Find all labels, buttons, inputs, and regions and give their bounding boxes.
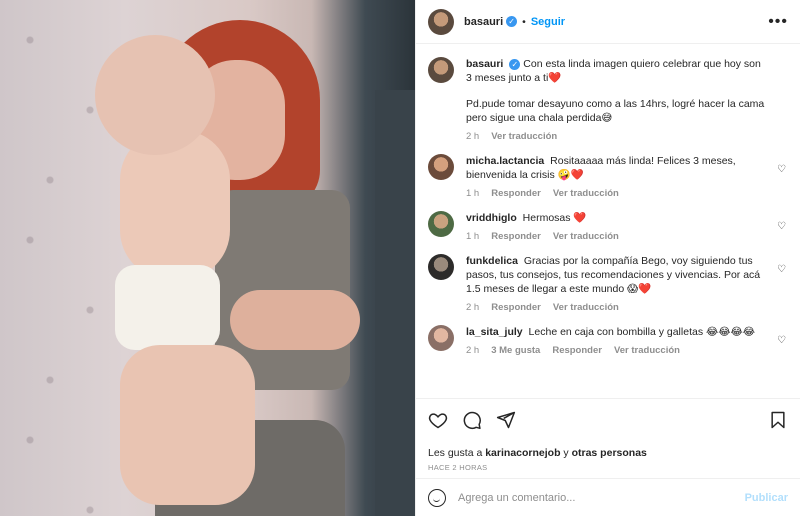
- bookmark-icon[interactable]: [768, 410, 788, 430]
- reply-link[interactable]: Responder: [491, 187, 541, 201]
- comment-time: 1 h: [466, 231, 480, 242]
- post-header: basauri ✓ • Seguir •••: [416, 0, 800, 44]
- door-background: [375, 90, 415, 516]
- paper-plane-icon[interactable]: [496, 410, 516, 430]
- caption-time: 2 h: [466, 131, 480, 142]
- likes-others[interactable]: otras personas: [572, 447, 647, 459]
- baby-head: [95, 35, 215, 155]
- comment-text: Leche en caja con bombilla y galletas 😂😂…: [528, 326, 756, 338]
- caption-username[interactable]: basauri: [466, 58, 503, 70]
- publish-button[interactable]: Publicar: [745, 492, 788, 504]
- comment-avatar[interactable]: [428, 154, 454, 180]
- translate-link[interactable]: Ver traducción: [553, 301, 619, 315]
- comment-input[interactable]: [458, 491, 745, 504]
- comment-avatar[interactable]: [428, 211, 454, 237]
- comment-like-heart-icon[interactable]: ♡: [777, 164, 786, 175]
- comment-username[interactable]: vriddhiglo: [466, 212, 517, 224]
- comment-like-heart-icon[interactable]: ♡: [777, 221, 786, 232]
- likes-summary[interactable]: Les gusta a karinacornejob y otras perso…: [428, 447, 788, 459]
- caption: basauri ✓ Con esta linda imagen quiero ce…: [428, 57, 786, 144]
- comment-time: 2 h: [466, 302, 480, 313]
- comment-likes-count[interactable]: 3 Me gusta: [491, 344, 540, 358]
- follow-button[interactable]: Seguir: [531, 16, 565, 28]
- comment-like-heart-icon[interactable]: ♡: [777, 264, 786, 275]
- woman-arm: [230, 290, 360, 350]
- comment-like-heart-icon[interactable]: ♡: [777, 335, 786, 346]
- comment-icon[interactable]: [462, 410, 482, 430]
- author-avatar[interactable]: [428, 8, 454, 35]
- post-actions: Les gusta a karinacornejob y otras perso…: [416, 398, 800, 472]
- reply-link[interactable]: Responder: [552, 344, 602, 358]
- author-username[interactable]: basauri: [464, 16, 503, 28]
- baby-body: [120, 130, 230, 280]
- comment-time: 1 h: [466, 188, 480, 199]
- separator-dot: •: [522, 15, 526, 28]
- comment-time: 2 h: [466, 345, 480, 356]
- post-time: HACE 2 HORAS: [428, 463, 488, 472]
- likes-user[interactable]: karinacornejob: [485, 447, 560, 459]
- instagram-post-modal: basauri ✓ • Seguir ••• basauri ✓ Con esta…: [0, 0, 800, 516]
- more-options-icon[interactable]: •••: [768, 13, 788, 31]
- comment-row: micha.lactancia Rositaaaaa más linda! Fe…: [428, 154, 786, 201]
- translate-link[interactable]: Ver traducción: [553, 230, 619, 244]
- comment-username[interactable]: la_sita_july: [466, 326, 523, 338]
- comment-row: vriddhiglo Hermosas ❤️ 1 h Responder Ver…: [428, 211, 786, 244]
- verified-badge-icon: ✓: [509, 58, 521, 70]
- comment-row: la_sita_july Leche en caja con bombilla …: [428, 325, 786, 358]
- likes-connector: y: [563, 447, 569, 459]
- comment-text: Hermosas ❤️: [522, 212, 587, 224]
- comment-username[interactable]: funkdelica: [466, 255, 518, 267]
- post-photo[interactable]: [0, 0, 415, 516]
- post-side-panel: basauri ✓ • Seguir ••• basauri ✓ Con esta…: [415, 0, 800, 516]
- likes-prefix: Les gusta a: [428, 447, 483, 459]
- comment-avatar[interactable]: [428, 254, 454, 280]
- caption-avatar[interactable]: [428, 57, 454, 83]
- baby-diaper: [115, 265, 220, 350]
- verified-badge-icon: ✓: [506, 16, 518, 27]
- reply-link[interactable]: Responder: [491, 301, 541, 315]
- baby-legs: [120, 345, 255, 505]
- heart-icon[interactable]: [428, 410, 448, 430]
- translate-link[interactable]: Ver traducción: [553, 187, 619, 201]
- comment-row: funkdelica Gracias por la compañía Bego,…: [428, 254, 786, 315]
- reply-link[interactable]: Responder: [491, 230, 541, 244]
- caption-translate-link[interactable]: Ver traducción: [491, 130, 557, 144]
- emoji-icon[interactable]: [428, 488, 446, 507]
- translate-link[interactable]: Ver traducción: [614, 344, 680, 358]
- comment-avatar[interactable]: [428, 325, 454, 351]
- comment-username[interactable]: micha.lactancia: [466, 155, 544, 167]
- add-comment-bar: Publicar: [416, 478, 800, 516]
- caption-text-line2: Pd.pude tomar desayuno como a las 14hrs,…: [466, 98, 765, 124]
- comments-list[interactable]: basauri ✓ Con esta linda imagen quiero ce…: [416, 45, 800, 397]
